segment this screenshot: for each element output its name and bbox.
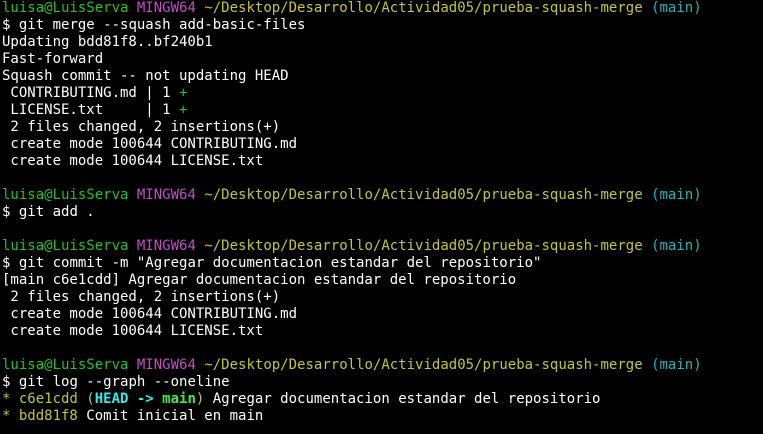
head-ref: HEAD <box>94 391 129 407</box>
commit-hash: bdd81f8 <box>18 408 78 424</box>
prompt-user: luisa@LuisServa <box>2 187 129 203</box>
prompt-line: luisa@LuisServa MINGW64 ~/Desktop/Desarr… <box>2 0 763 17</box>
commit-hash: c6e1cdd <box>18 391 78 407</box>
prompt-symbol: $ <box>2 17 11 33</box>
diffstat-plus: + <box>179 102 188 118</box>
diffstat-file: CONTRIBUTING.md | 1 <box>2 85 180 101</box>
graph-marker: * <box>2 391 19 407</box>
command-text: git log --graph --oneline <box>18 374 230 390</box>
terminal-window[interactable]: luisa@LuisServa MINGW64 ~/Desktop/Desarr… <box>0 0 763 434</box>
diffstat-line: LICENSE.txt | 1 + <box>2 102 763 119</box>
output-line: create mode 100644 CONTRIBUTING.md <box>2 306 298 322</box>
command-line: $ git add . <box>2 204 763 221</box>
log-entry: * bdd81f8 Comit inicial en main <box>2 408 763 425</box>
command-line: $ git log --graph --oneline <box>2 374 763 391</box>
prompt-path: ~/Desktop/Desarrollo/Actividad05/prueba-… <box>204 0 643 16</box>
output-line: Fast-forward <box>2 51 104 67</box>
output-line: 2 files changed, 2 insertions(+) <box>2 119 281 135</box>
output-line: Squash commit -- not updating HEAD <box>2 68 289 84</box>
command-text: git commit -m "Agregar documentacion est… <box>18 255 542 271</box>
graph-marker: * <box>2 408 19 424</box>
prompt-user: luisa@LuisServa <box>2 0 129 16</box>
output-line: create mode 100644 CONTRIBUTING.md <box>2 136 298 152</box>
output-line: create mode 100644 LICENSE.txt <box>2 323 264 339</box>
prompt-system: MINGW64 <box>136 187 196 203</box>
log-entry: * c6e1cdd (HEAD -> main) Agregar documen… <box>2 391 763 408</box>
branch-ref: main <box>162 391 196 407</box>
output-line: 2 files changed, 2 insertions(+) <box>2 289 281 305</box>
diffstat-file: LICENSE.txt | 1 <box>2 102 180 118</box>
output-line: [main c6e1cdd] Agregar documentacion est… <box>2 272 517 288</box>
prompt-branch: (main) <box>651 187 702 203</box>
prompt-user: luisa@LuisServa <box>2 357 129 373</box>
prompt-path: ~/Desktop/Desarrollo/Actividad05/prueba-… <box>204 238 643 254</box>
prompt-line: luisa@LuisServa MINGW64 ~/Desktop/Desarr… <box>2 187 763 204</box>
output-line: create mode 100644 LICENSE.txt <box>2 153 264 169</box>
prompt-line: luisa@LuisServa MINGW64 ~/Desktop/Desarr… <box>2 357 763 374</box>
commit-message: Comit inicial en main <box>77 408 264 424</box>
command-line: $ git merge --squash add-basic-files <box>2 17 763 34</box>
prompt-branch: (main) <box>651 0 702 16</box>
output-line: Updating bdd81f8..bf240b1 <box>2 34 213 50</box>
command-text: git merge --squash add-basic-files <box>18 17 306 33</box>
prompt-symbol: $ <box>2 204 11 220</box>
prompt-branch: (main) <box>651 238 702 254</box>
commit-message: Agregar documentacion estandar del repos… <box>204 391 601 407</box>
diffstat-plus: + <box>179 85 188 101</box>
prompt-line: luisa@LuisServa MINGW64 ~/Desktop/Desarr… <box>2 238 763 255</box>
prompt-system: MINGW64 <box>136 0 196 16</box>
prompt-system: MINGW64 <box>136 238 196 254</box>
command-text: git add . <box>18 204 95 220</box>
prompt-user: luisa@LuisServa <box>2 238 129 254</box>
diffstat-line: CONTRIBUTING.md | 1 + <box>2 85 763 102</box>
prompt-symbol: $ <box>2 374 11 390</box>
prompt-system: MINGW64 <box>136 357 196 373</box>
refs-open: ( <box>77 391 95 407</box>
prompt-branch: (main) <box>651 357 702 373</box>
prompt-path: ~/Desktop/Desarrollo/Actividad05/prueba-… <box>204 187 643 203</box>
prompt-path: ~/Desktop/Desarrollo/Actividad05/prueba-… <box>204 357 643 373</box>
command-line: $ git commit -m "Agregar documentacion e… <box>2 255 763 272</box>
ref-arrow: -> <box>128 391 163 407</box>
prompt-symbol: $ <box>2 255 11 271</box>
